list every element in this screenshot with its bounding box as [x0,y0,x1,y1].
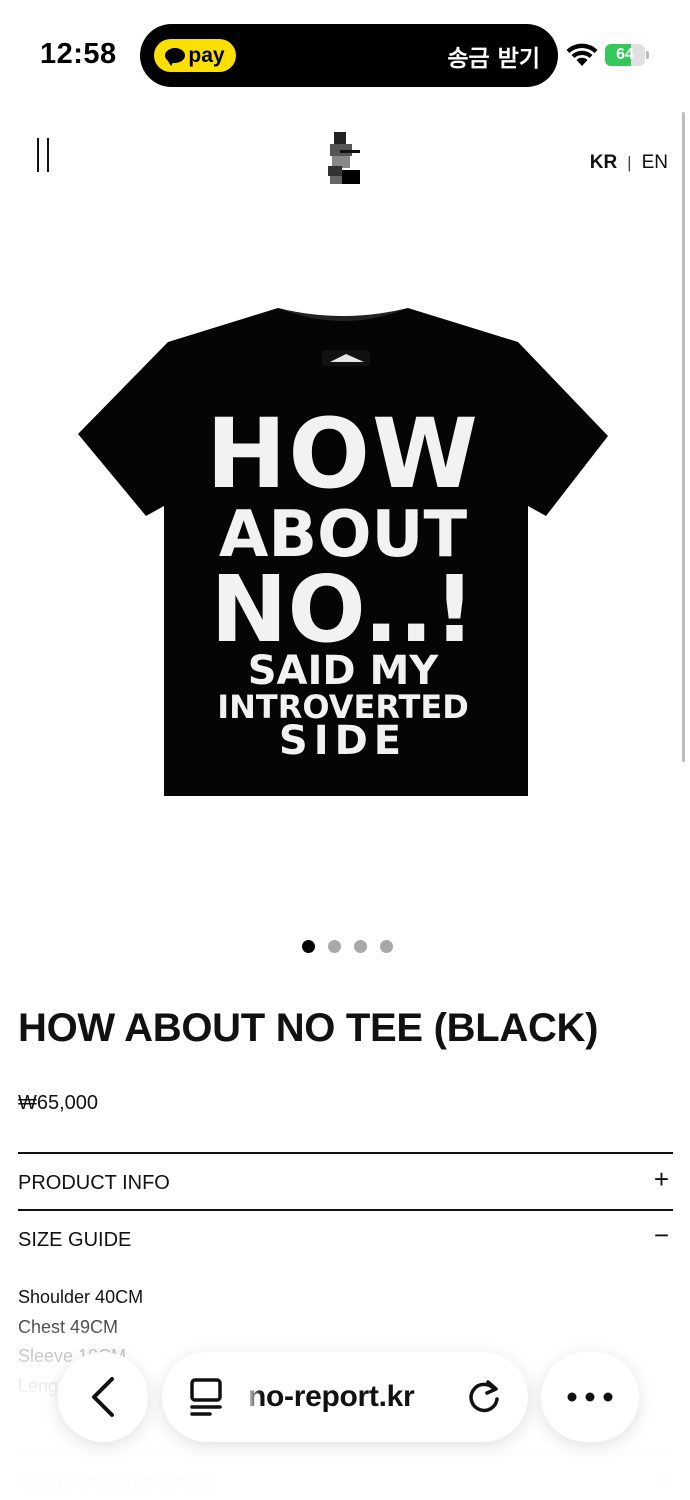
status-bar: 12:58 pay 송금 받기 64 [0,0,690,100]
print-line: SIDE [278,718,408,764]
carousel-dot[interactable] [379,940,393,953]
dynamic-island[interactable]: pay 송금 받기 [140,24,558,87]
address-bar[interactable]: no-report.kr [162,1352,528,1442]
accordion-return-exchange[interactable]: RETURN/EXCHANGE + [18,1454,673,1500]
print-line: NO..! [210,556,476,663]
accordion-label: SIZE GUIDE [18,1229,132,1251]
island-action-text[interactable]: 송금 받기 [447,39,540,73]
print-line: SAID MY [247,648,439,694]
url-text[interactable]: no-report.kr [248,1380,415,1414]
chat-bubble-icon [165,48,186,66]
carousel-dot[interactable] [353,940,367,953]
accordion-size-guide[interactable]: SIZE GUIDE − [18,1209,673,1269]
product-price: ₩65,000 [18,1092,99,1114]
minus-icon[interactable]: − [654,1220,669,1251]
size-line: Shoulder 40CM [18,1287,144,1307]
back-button[interactable] [58,1352,148,1442]
lang-en-link[interactable]: EN [642,152,668,174]
reload-icon[interactable] [466,1379,502,1415]
accordion-label: PRODUCT INFO [18,1172,170,1194]
scrollbar[interactable] [682,112,685,762]
lang-kr-link[interactable]: KR [590,152,617,174]
lang-separator: | [627,153,632,172]
battery-level: 64 [616,46,634,63]
carousel-dots [0,940,690,953]
carousel-dot[interactable] [327,940,341,953]
menu-icon[interactable] [34,138,54,174]
clock: 12:58 [40,38,117,70]
chevron-left-icon [92,1377,114,1417]
plus-icon[interactable]: + [654,1465,669,1496]
reader-icon[interactable] [190,1378,224,1416]
accordion-label: RETURN/EXCHANGE [18,1473,220,1495]
pay-label: pay [188,44,225,67]
carousel-dot[interactable] [301,940,315,953]
brand-logo[interactable] [326,130,366,188]
more-button[interactable] [541,1352,639,1442]
language-switcher: KR | EN [590,152,668,174]
kakaopay-badge[interactable]: pay [154,39,236,72]
more-icon [567,1392,613,1402]
product-image[interactable]: HOW ABOUT NO..! SAID MY INTROVERTED SIDE [78,306,608,798]
product-title: HOW ABOUT NO TEE (BLACK) [18,1006,599,1050]
battery-icon: 64 [605,44,649,66]
size-line: Chest 49CM [18,1316,119,1337]
print-line: HOW [206,398,480,510]
accordion-product-info[interactable]: PRODUCT INFO + [18,1152,673,1209]
wifi-icon [566,43,598,66]
plus-icon[interactable]: + [654,1164,669,1195]
shirt-print: HOW ABOUT NO..! SAID MY INTROVERTED SIDE [78,398,608,764]
